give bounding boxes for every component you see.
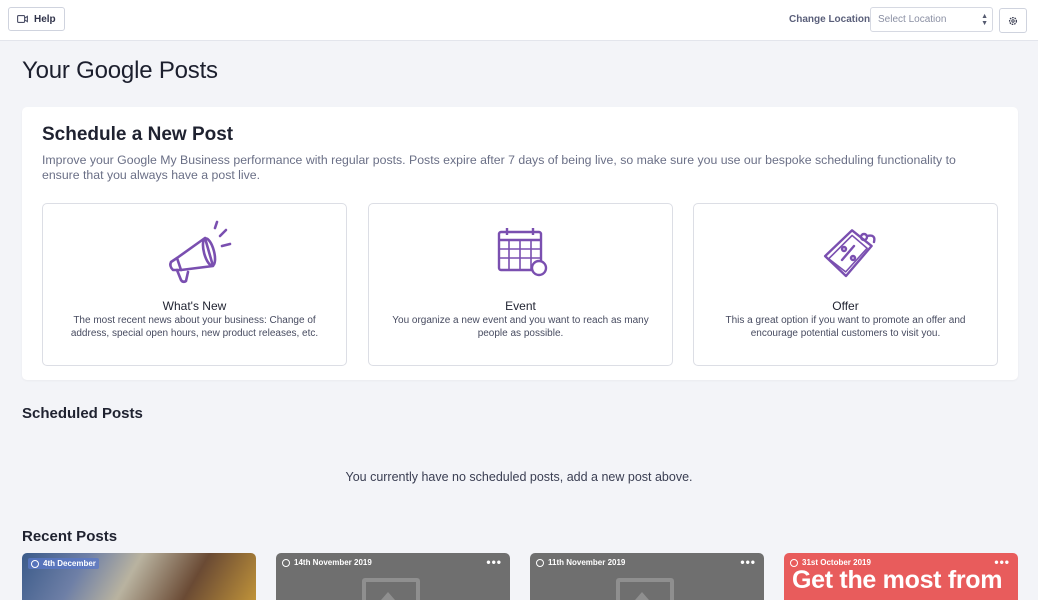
recent-post-card[interactable]: 4th December: [22, 553, 256, 600]
megaphone-icon: [168, 220, 231, 284]
event-option[interactable]: Event You organize a new event and you w…: [368, 203, 673, 366]
event-title: Event: [505, 299, 536, 313]
post-menu-button[interactable]: •••: [486, 555, 502, 569]
offer-title: Offer: [832, 299, 859, 313]
post-date: 4th December: [28, 558, 99, 569]
scheduled-posts-heading: Scheduled Posts: [22, 405, 143, 422]
schedule-title: Schedule a New Post: [42, 124, 234, 145]
post-date-text: 31st October 2019: [802, 558, 871, 567]
post-date: 14th November 2019: [282, 558, 372, 567]
whats-new-option[interactable]: What's New The most recent news about yo…: [42, 203, 347, 366]
whats-new-title: What's New: [162, 299, 227, 313]
clock-icon: [790, 558, 798, 567]
recent-post-card[interactable]: Get the most from 31st October 2019 •••: [784, 553, 1018, 600]
clock-icon: [536, 558, 544, 567]
location-select[interactable]: Select Location ▲ ▼: [870, 7, 993, 32]
help-button[interactable]: Help: [8, 7, 65, 31]
offer-description: This a great option if you want to promo…: [725, 315, 966, 339]
location-select-placeholder: Select Location: [878, 14, 947, 25]
post-date-text: 14th November 2019: [294, 558, 372, 567]
settings-button[interactable]: [999, 8, 1027, 33]
tag-icon: [823, 229, 876, 278]
recent-posts-heading: Recent Posts: [22, 528, 118, 545]
schedule-description: Improve your Google My Business performa…: [42, 153, 956, 182]
image-placeholder-icon: [362, 578, 420, 600]
post-date-text: 4th December: [43, 559, 96, 568]
schedule-post-card: Schedule a New Post Improve your Google …: [22, 107, 1018, 380]
post-menu-button[interactable]: •••: [740, 555, 756, 569]
select-arrows-icon: ▲ ▼: [981, 13, 988, 27]
recent-post-card[interactable]: 11th November 2019 •••: [530, 553, 764, 600]
clock-icon: [31, 559, 39, 568]
top-bar: Help Change Location: Select Location ▲ ▼: [0, 0, 1038, 41]
calendar-icon: [497, 228, 547, 277]
help-label: Help: [34, 13, 56, 25]
recent-post-card[interactable]: 14th November 2019 •••: [276, 553, 510, 600]
clock-icon: [282, 558, 290, 567]
video-icon: [17, 15, 28, 23]
scheduled-empty-message: You currently have no scheduled posts, a…: [345, 470, 693, 484]
change-location-label: Change Location:: [789, 14, 874, 25]
post-menu-button[interactable]: •••: [994, 555, 1010, 569]
image-placeholder-icon: [616, 578, 674, 600]
event-description: You organize a new event and you want to…: [392, 315, 649, 339]
whats-new-description: The most recent news about your business…: [70, 315, 319, 339]
post-image-text: Get the most from: [792, 566, 1003, 594]
post-date-text: 11th November 2019: [548, 558, 626, 567]
post-date: 31st October 2019: [790, 558, 871, 567]
offer-option[interactable]: Offer This a great option if you want to…: [693, 203, 998, 366]
post-date: 11th November 2019: [536, 558, 625, 567]
gear-icon: [1008, 16, 1018, 25]
page-title: Your Google Posts: [22, 57, 218, 84]
